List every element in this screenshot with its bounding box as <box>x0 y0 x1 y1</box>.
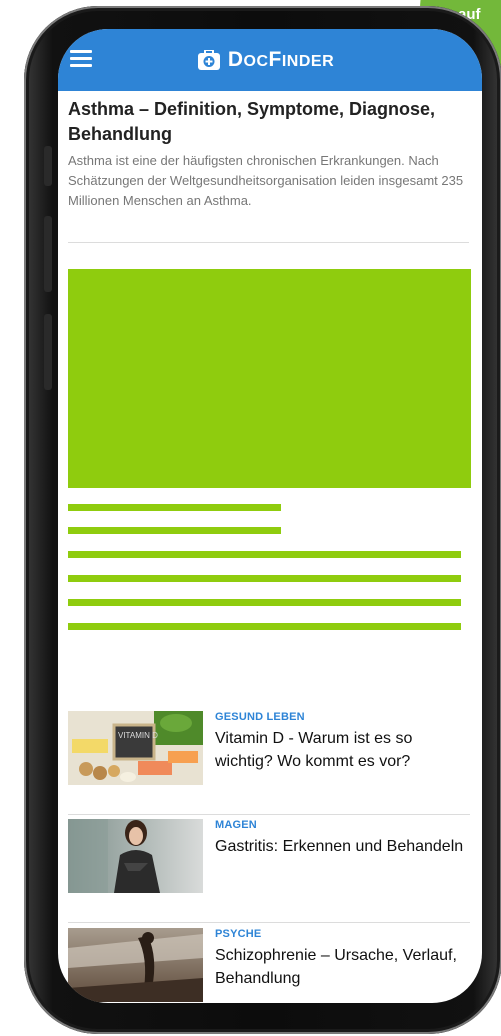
related-article-item[interactable]: MAGEN Gastritis: Erkennen und Behandeln <box>68 819 470 923</box>
article-title[interactable]: Asthma – Definition, Symptome, Diagnose,… <box>68 97 472 147</box>
medical-kit-icon <box>197 50 220 70</box>
brand-name: DOCFINDER <box>227 48 335 71</box>
article-category[interactable]: PSYCHE <box>215 928 261 940</box>
app-header: DOCFINDER <box>58 29 482 91</box>
article-description: Asthma ist eine der häufigsten chronisch… <box>68 153 464 208</box>
related-article-title[interactable]: Schizophrenie – Ursache, Verlauf, Behand… <box>215 944 465 990</box>
related-article-title[interactable]: Gastritis: Erkennen und Behandeln <box>215 835 465 858</box>
placeholder-line <box>68 599 461 606</box>
placeholder-line <box>68 527 281 534</box>
related-article-title[interactable]: Vitamin D - Warum ist es so wichtig? Wo … <box>215 727 465 773</box>
item-divider <box>68 922 470 923</box>
psyche-thumbnail <box>68 928 203 1002</box>
section-divider <box>68 242 469 243</box>
vitamin-d-thumbnail: VITAMIN D <box>68 711 203 785</box>
placeholder-image-block <box>68 269 471 488</box>
article-section: Asthma – Definition, Symptome, Diagnose,… <box>68 91 472 211</box>
related-article-item[interactable]: VITAMIN D GESUND LEBEN Vitamin D - Warum… <box>68 711 470 815</box>
phone-screen: DOCFINDER Asthma – Definition, Symptome,… <box>58 29 482 1003</box>
svg-text:VITAMIN D: VITAMIN D <box>118 731 158 740</box>
placeholder-line <box>68 575 461 582</box>
hamburger-menu-icon[interactable] <box>70 50 92 68</box>
related-article-item[interactable]: PSYCHE Schizophrenie – Ursache, Verlauf,… <box>68 928 470 1003</box>
gastritis-thumbnail <box>68 819 203 893</box>
placeholder-line <box>68 551 461 558</box>
placeholder-line <box>68 504 281 511</box>
article-category[interactable]: MAGEN <box>215 819 257 831</box>
placeholder-line <box>68 623 461 630</box>
article-category[interactable]: GESUND LEBEN <box>215 711 305 723</box>
docfinder-logo[interactable]: DOCFINDER <box>197 48 335 72</box>
item-divider <box>68 814 470 815</box>
